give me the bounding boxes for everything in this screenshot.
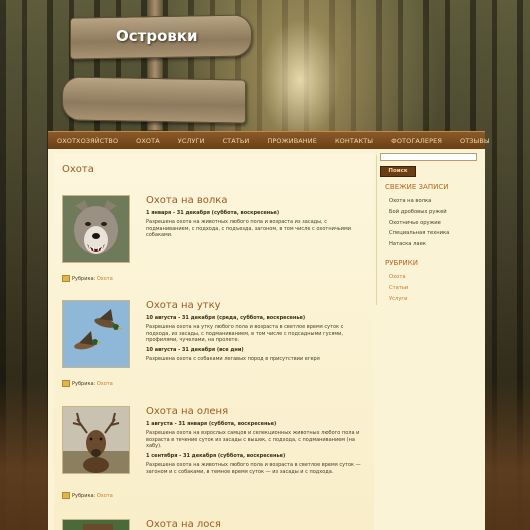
article-text: Разрешена охота на животных любого пола … (146, 219, 352, 238)
article-wolf: Охота на волка 1 января - 31 декабря (су… (62, 195, 372, 285)
folder-icon (62, 380, 70, 387)
categories-heading: РУБРИКИ (385, 259, 418, 267)
article-date: 1 августа - 31 января (суббота, воскресе… (146, 421, 277, 427)
article-category: Рубрика: Охота (62, 492, 113, 499)
article-excerpt: 10 августа - 31 декабря (среда, суббота,… (146, 315, 364, 367)
article-date: 10 августа - 31 декабря (среда, суббота,… (146, 315, 306, 321)
site-title[interactable]: Островки (116, 27, 198, 45)
article-title[interactable]: Охота на утку (146, 300, 221, 311)
nav-item-articles[interactable]: СТАТЬИ (214, 137, 259, 145)
signpost-board-bottom (62, 76, 246, 124)
folder-icon (62, 275, 70, 282)
nav-item-gallery[interactable]: ФОТОГАЛЕРЕЯ (382, 137, 451, 145)
site-header: Островки (48, 0, 485, 130)
article-moose: Охота на лося (62, 519, 372, 530)
deer-photo[interactable] (62, 406, 130, 474)
category-item[interactable]: Статьи (389, 283, 408, 294)
recent-post-item[interactable]: Охота на волка (389, 196, 449, 207)
article-text: Разрешена охота на взрослых самцов и сел… (146, 430, 360, 449)
article-duck: Охота на утку 10 августа - 31 декабря (с… (62, 300, 372, 395)
recent-post-item[interactable]: Натаска лаек (389, 239, 449, 250)
search-button[interactable]: Поиск (380, 166, 416, 177)
article-text: Разрешена охота с собаками легавых пород… (146, 356, 320, 363)
main-navigation: ОХОТХОЗЯЙСТВО ОХОТА УСЛУГИ СТАТЬИ ПРОЖИВ… (48, 131, 490, 150)
recent-post-item[interactable]: Специальная техника (389, 228, 449, 239)
category-link[interactable]: Охота (97, 493, 113, 499)
article-category: Рубрика: Охота (62, 275, 113, 282)
category-link[interactable]: Охота (97, 381, 113, 387)
article-text: Разрешена охота на животных любого пола … (146, 462, 361, 475)
category-label: Рубрика: (72, 381, 96, 387)
article-deer: Охота на оленя 1 августа - 31 января (су… (62, 406, 372, 506)
article-category: Рубрика: Охота (62, 380, 113, 387)
article-excerpt: 1 января - 31 декабря (суббота, воскресе… (146, 210, 364, 242)
article-date: 1 января - 31 декабря (суббота, воскресе… (146, 210, 280, 216)
article-date: 10 августа - 31 декабря (все дни) (146, 347, 244, 354)
article-title[interactable]: Охота на оленя (146, 406, 228, 417)
ducks-photo[interactable] (62, 300, 130, 368)
category-link[interactable]: Охота (97, 276, 113, 282)
content-column: Охота Охота на волка 1 января - 31 декаб… (54, 153, 374, 530)
article-title[interactable]: Охота на волка (146, 195, 227, 206)
nav-item-hunting-farm[interactable]: ОХОТХОЗЯЙСТВО (48, 137, 127, 145)
search-input[interactable] (380, 153, 477, 161)
moose-photo[interactable] (62, 519, 130, 530)
nav-item-contacts[interactable]: КОНТАКТЫ (326, 137, 382, 145)
article-title[interactable]: Охота на лося (146, 519, 221, 530)
recent-posts-list: Охота на волка Бой дробовых ружей Охотни… (389, 196, 449, 250)
category-item[interactable]: Услуги (389, 294, 408, 305)
category-label: Рубрика: (72, 276, 96, 282)
sidebar-divider (376, 155, 377, 305)
recent-post-item[interactable]: Охотничье оружие (389, 218, 449, 229)
wolf-photo[interactable] (62, 195, 130, 263)
folder-icon (62, 492, 70, 499)
article-excerpt: 1 августа - 31 января (суббота, воскресе… (146, 421, 364, 479)
nav-item-hunting[interactable]: ОХОТА (127, 137, 169, 145)
category-item[interactable]: Охота (389, 272, 408, 283)
content-area: Охота Охота на волка 1 января - 31 декаб… (48, 149, 485, 530)
article-text: Разрешена охота на утку любого пола и во… (146, 324, 344, 343)
category-label: Рубрика: (72, 493, 96, 499)
nav-item-services[interactable]: УСЛУГИ (169, 137, 214, 145)
nav-item-accommodation[interactable]: ПРОЖИВАНИЕ (258, 137, 326, 145)
recent-posts-heading: СВЕЖИЕ ЗАПИСИ (385, 183, 449, 191)
page-title: Охота (62, 164, 94, 175)
recent-post-item[interactable]: Бой дробовых ружей (389, 207, 449, 218)
sidebar: Поиск СВЕЖИЕ ЗАПИСИ Охота на волка Бой д… (378, 153, 481, 513)
nav-item-reviews[interactable]: ОТЗЫВЫ (451, 137, 499, 145)
categories-list: Охота Статьи Услуги (389, 272, 408, 304)
article-date: 1 сентября - 31 декабря (суббота, воскре… (146, 453, 286, 460)
